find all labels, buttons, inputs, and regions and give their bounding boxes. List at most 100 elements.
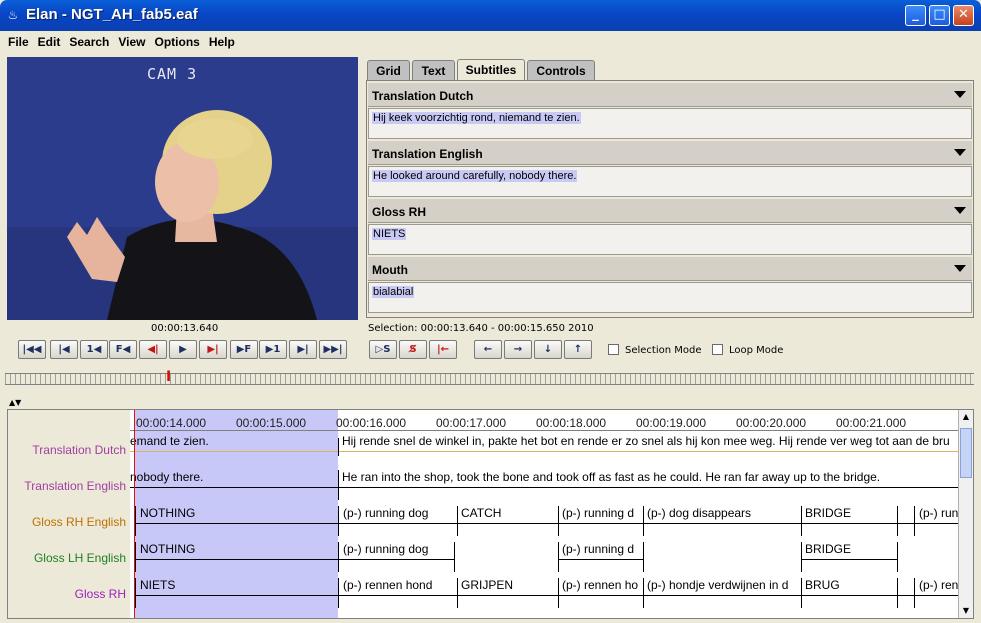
video-viewer[interactable]: CAM 3 bbox=[7, 57, 358, 320]
annotation[interactable]: (p-) dog disappears bbox=[647, 506, 797, 520]
next-scrollview-icon[interactable]: ▶| bbox=[289, 340, 317, 359]
tier-name-translation-english[interactable]: Translation English bbox=[24, 479, 126, 493]
tier-name-gloss-lh-english[interactable]: Gloss LH English bbox=[34, 551, 126, 565]
go-to-begin-icon[interactable]: |◀◀ bbox=[18, 340, 46, 359]
scroll-down-icon[interactable]: ▼ bbox=[960, 604, 972, 618]
time-tick-label: 00:00:19.000 bbox=[636, 416, 707, 430]
play-around-selection-icon[interactable]: ▶| bbox=[199, 340, 227, 359]
timeline-vertical-scrollbar[interactable]: ▲ ▼ bbox=[958, 410, 973, 618]
next-frame-icon[interactable]: ▶F bbox=[230, 340, 258, 359]
annotation[interactable]: NIETS bbox=[140, 578, 335, 592]
tab-grid[interactable]: Grid bbox=[367, 60, 410, 81]
camera-overlay-label: CAM 3 bbox=[147, 65, 198, 83]
annotation[interactable]: (p-) run bbox=[919, 506, 960, 520]
menu-help[interactable]: Help bbox=[205, 32, 240, 49]
close-button[interactable]: ✕ bbox=[953, 5, 974, 26]
time-cursor[interactable] bbox=[134, 410, 135, 618]
subtitle-text-box: He looked around carefully, nobody there… bbox=[368, 166, 972, 197]
minimize-button[interactable]: _ bbox=[905, 5, 926, 26]
timeline-viewer[interactable]: Translation Dutch Translation English Gl… bbox=[7, 409, 974, 619]
menu-edit[interactable]: Edit bbox=[34, 32, 66, 49]
chevron-down-icon[interactable] bbox=[954, 207, 966, 214]
checkbox-icon[interactable] bbox=[712, 344, 723, 355]
selection-begin-icon[interactable]: |← bbox=[429, 340, 457, 359]
arrow-left-icon[interactable]: ← bbox=[474, 340, 502, 359]
menu-options[interactable]: Options bbox=[151, 32, 205, 49]
play-icon[interactable]: ▶ bbox=[169, 340, 197, 359]
tier-name-translation-dutch[interactable]: Translation Dutch bbox=[32, 443, 126, 457]
selection-mode-checkbox[interactable]: Selection Mode bbox=[608, 344, 702, 356]
arrow-right-icon[interactable]: → bbox=[504, 340, 532, 359]
annotation[interactable]: (p-) running d bbox=[562, 506, 640, 520]
tab-text[interactable]: Text bbox=[412, 60, 455, 81]
subtitle-tier-selector[interactable]: Translation Dutch bbox=[368, 83, 972, 107]
annotation[interactable]: NOTHING bbox=[140, 506, 335, 520]
annotation-boundary bbox=[454, 542, 455, 572]
previous-second-icon[interactable]: 1◀ bbox=[80, 340, 108, 359]
annotation[interactable]: nobody there. bbox=[130, 470, 335, 484]
loop-mode-label: Loop Mode bbox=[729, 345, 784, 356]
annotation[interactable]: emand te zien. bbox=[130, 434, 335, 448]
tier-name-gloss-rh-english[interactable]: Gloss RH English bbox=[32, 515, 126, 529]
annotation-boundary bbox=[643, 542, 644, 572]
annotation[interactable]: (p-) rennen hond bbox=[343, 578, 451, 592]
chevron-down-icon[interactable] bbox=[954, 265, 966, 272]
tab-controls[interactable]: Controls bbox=[527, 60, 595, 81]
play-selection-back-icon[interactable]: ◀| bbox=[139, 340, 167, 359]
time-tick-label: 00:00:15.000 bbox=[236, 416, 307, 430]
previous-scrollview-icon[interactable]: |◀ bbox=[50, 340, 78, 359]
chevron-down-icon[interactable] bbox=[954, 91, 966, 98]
annotation-boundary bbox=[558, 578, 559, 608]
annotation-boundary bbox=[914, 506, 915, 536]
overview-ruler[interactable] bbox=[5, 373, 974, 385]
scroll-thumb[interactable] bbox=[960, 428, 972, 478]
clear-selection-icon[interactable]: S̸ bbox=[399, 340, 427, 359]
subtitle-text-box: NIETS bbox=[368, 224, 972, 255]
arrow-down-icon[interactable]: ↓ bbox=[534, 340, 562, 359]
subtitle-tier-selector[interactable]: Translation English bbox=[368, 141, 972, 165]
annotation[interactable]: GRIJPEN bbox=[461, 578, 557, 592]
go-to-end-icon[interactable]: ▶▶| bbox=[319, 340, 347, 359]
annotation[interactable]: (p-) running dog bbox=[343, 542, 451, 556]
annotation[interactable]: (p-) running dog bbox=[343, 506, 451, 520]
scroll-up-icon[interactable]: ▲ bbox=[960, 410, 972, 424]
media-time-display: 00:00:13.640 bbox=[151, 323, 219, 334]
tier-name-gloss-rh[interactable]: Gloss RH bbox=[75, 587, 126, 601]
play-selection-icon[interactable]: ▷S bbox=[369, 340, 397, 359]
menu-view[interactable]: View bbox=[114, 32, 150, 49]
menu-file[interactable]: File bbox=[4, 32, 34, 49]
collapse-arrows-icon[interactable]: ▲▼ bbox=[9, 398, 21, 407]
subtitle-text: NIETS bbox=[372, 228, 407, 240]
annotation-track-area[interactable]: 00:00:14.000 00:00:15.000 00:00:16.000 0… bbox=[130, 410, 960, 618]
annotation[interactable]: He ran into the shop, took the bone and … bbox=[342, 470, 960, 484]
annotation-boundary bbox=[897, 506, 898, 536]
annotation[interactable]: BRIDGE bbox=[805, 542, 895, 556]
annotation[interactable]: CATCH bbox=[461, 506, 557, 520]
subtitle-tier-selector[interactable]: Mouth bbox=[368, 257, 972, 281]
subtitle-tier-selector[interactable]: Gloss RH bbox=[368, 199, 972, 223]
annotation[interactable]: BRUG bbox=[805, 578, 895, 592]
annotation[interactable]: (p-) running d bbox=[562, 542, 640, 556]
next-second-icon[interactable]: ▶1 bbox=[259, 340, 287, 359]
annotation-boundary bbox=[558, 542, 559, 572]
subtitle-text: bialabial bbox=[372, 286, 415, 298]
maximize-button[interactable]: □ bbox=[929, 5, 950, 26]
tier-line bbox=[130, 487, 960, 488]
annotation[interactable]: (p-) rennen ho bbox=[562, 578, 640, 592]
crosshair-marker-icon[interactable]: I bbox=[166, 369, 171, 385]
loop-mode-checkbox[interactable]: Loop Mode bbox=[712, 344, 783, 356]
annotation[interactable]: (p-) ren bbox=[919, 578, 960, 592]
previous-frame-icon[interactable]: F◀ bbox=[109, 340, 137, 359]
menu-search[interactable]: Search bbox=[65, 32, 114, 49]
tier-names-column: Translation Dutch Translation English Gl… bbox=[8, 410, 130, 618]
chevron-down-icon[interactable] bbox=[954, 149, 966, 156]
checkbox-icon[interactable] bbox=[608, 344, 619, 355]
panel-splitter[interactable]: ▲▼ bbox=[5, 398, 974, 408]
arrow-up-icon[interactable]: ↑ bbox=[564, 340, 592, 359]
annotation[interactable]: BRIDGE bbox=[805, 506, 895, 520]
annotation[interactable]: NOTHING bbox=[140, 542, 335, 556]
tab-subtitles[interactable]: Subtitles bbox=[457, 59, 525, 81]
annotation[interactable]: (p-) hondje verdwijnen in d bbox=[647, 578, 797, 592]
annotation[interactable]: Hij rende snel de winkel in, pakte het b… bbox=[342, 434, 960, 448]
elan-app-icon: ♨ bbox=[7, 8, 19, 22]
